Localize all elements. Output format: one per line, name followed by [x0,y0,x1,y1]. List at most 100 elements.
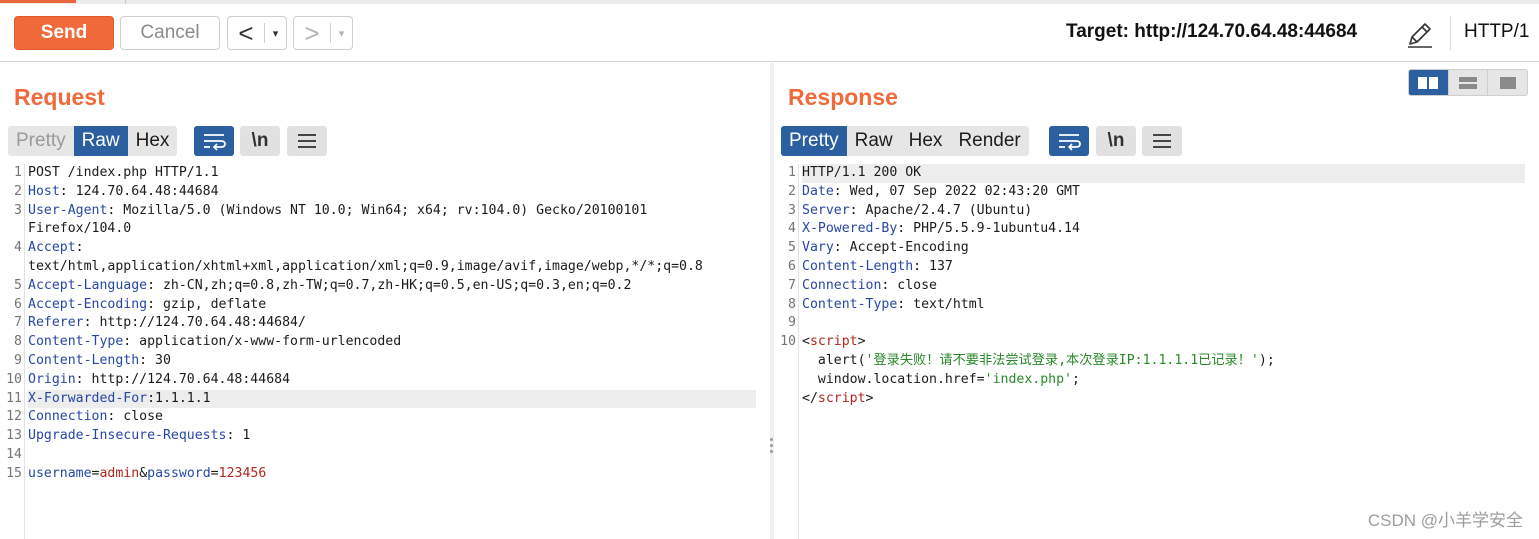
tab-raw[interactable]: Raw [847,126,901,156]
code-text: Firefox/104.0 [28,221,132,237]
menu-button[interactable] [287,126,327,156]
code-line: 3 User-Agent: Mozilla/5.0 (Windows NT 10.… [14,202,756,221]
line-number: 6 [788,258,796,274]
code-line: 6 Accept-Encoding: gzip, deflate [14,296,756,315]
line-number: 11 [6,390,22,406]
code-token: = [210,465,219,481]
code-token: admin [99,465,140,481]
header-name: Content-Length [802,258,914,274]
line-number: 3 [788,202,796,218]
send-button[interactable]: Send [14,16,114,50]
header-value: : 30 [139,352,171,368]
header-name: Vary [802,240,834,256]
code-line: text/html,application/xhtml+xml,applicat… [28,258,756,277]
single-pane-button[interactable] [1487,70,1527,95]
code-token: > [857,334,866,350]
history-back-button[interactable]: < [228,17,264,49]
request-pane: Request Pretty Raw Hex \n 1 POST /index.p… [0,63,770,539]
code-token: < [802,334,810,350]
http-version-selector[interactable]: HTTP/1 [1464,21,1529,43]
header-name: Referer [28,315,84,331]
line-number: 15 [6,465,22,481]
header-name: User-Agent [28,202,108,218]
tab-pretty[interactable]: Pretty [8,126,74,156]
header-name: Accept-Language [28,277,148,293]
code-line: window.location.href='index.php'; [802,371,1525,390]
split-rows-button[interactable] [1447,70,1488,95]
response-view-tabs: Pretty Raw Hex Render [781,126,1029,156]
code-line: </script> [802,390,1525,409]
split-columns-button[interactable] [1409,70,1448,95]
split-columns-icon [1418,76,1439,89]
response-title: Response [788,84,898,110]
header-name: Accept-Encoding [28,296,148,312]
history-back-dropdown[interactable]: ▾ [265,17,286,49]
code-line: 4 Accept: [14,239,756,258]
tab-pretty[interactable]: Pretty [781,126,847,156]
word-wrap-icon [1059,134,1081,151]
line-number: 2 [788,183,796,199]
line-number: 5 [14,277,22,293]
header-value: : application/x-www-form-urlencoded [123,334,402,350]
response-pane: Response Pretty Raw Hex Render \n 1 HTTP… [774,63,1539,539]
code-line: 1 POST /index.php HTTP/1.1 [14,164,756,183]
code-token: ); [1258,352,1275,368]
line-number: 7 [788,277,796,293]
header-value: : close [881,277,937,293]
code-line: 12 Connection: close [6,408,756,427]
header-value: : [75,240,84,256]
history-back-group: < ▾ [227,16,287,50]
line-number: 3 [14,202,22,218]
line-number: 1 [788,165,796,180]
line-number: 5 [788,240,796,256]
code-line: 5 Vary: Accept-Encoding [788,239,1525,258]
line-number: 9 [14,352,22,368]
header-value: : Mozilla/5.0 (Windows NT 10.0; Win64; x… [107,202,648,218]
history-forward-group: > ▾ [293,16,353,50]
response-editor[interactable]: 1 HTTP/1.1 200 OK 2 Date: Wed, 07 Sep 2022 … [774,164,1539,539]
request-editor[interactable]: 1 POST /index.php HTTP/1.1 2 Host: 124.70.6… [0,164,770,539]
code-token: window.location.href= [802,371,985,387]
header-value: : http://124.70.64.48:44684 [75,371,291,387]
tab-raw[interactable]: Raw [73,126,128,156]
header-name: Content-Length [28,352,140,368]
hamburger-menu-icon [298,134,316,148]
code-line: 9 Content-Length: 30 [14,352,756,371]
line-number: 6 [14,296,22,312]
single-pane-icon [1499,76,1516,89]
code-line: alert('登录失败！请不要非法尝试登录,本次登录IP:1.1.1.1已记录！… [802,352,1525,371]
word-wrap-button[interactable] [1049,126,1089,156]
watermark: CSDN @小羊学安全 [1367,511,1523,530]
pencil-icon[interactable] [1404,18,1436,50]
code-line: 8 Content-Type: text/html [788,296,1525,315]
code-text: text/html,application/xhtml+xml,applicat… [28,258,703,274]
history-forward-button[interactable]: > [294,17,330,49]
header-name: Host [28,183,60,199]
show-newlines-button[interactable]: \n [240,126,280,156]
line-number: 9 [788,315,796,331]
tab-hex[interactable]: Hex [901,126,951,156]
tab-render[interactable]: Render [950,126,1028,156]
tab-hex[interactable]: Hex [128,126,178,156]
line-number: 10 [6,371,22,387]
word-wrap-button[interactable] [194,126,234,156]
request-title: Request [14,84,105,110]
code-token: '登录失败！请不要非法尝试登录,本次登录IP:1.1.1.1已记录！' [865,352,1259,368]
request-view-tabs: Pretty Raw Hex [8,126,178,156]
menu-button[interactable] [1142,126,1182,156]
cancel-button[interactable]: Cancel [120,16,220,50]
header-name: Connection [802,277,882,293]
code-line: 6 Content-Length: 137 [788,258,1525,277]
repeater-toolbar: Send Cancel < ▾ > ▾ Target: http://124.7… [0,4,1539,62]
header-value: : http://124.70.64.48:44684/ [83,315,306,331]
code-line: 11 X-Forwarded-For:1.1.1.1 [6,389,756,409]
header-name: Upgrade-Insecure-Requests [28,428,227,444]
header-name: Server [802,202,850,218]
code-token: password [147,465,211,481]
code-text: POST /index.php HTTP/1.1 [28,165,219,180]
history-forward-dropdown[interactable]: ▾ [331,17,352,49]
header-value: : gzip, deflate [147,296,267,312]
hamburger-menu-icon [1153,134,1171,148]
show-newlines-button[interactable]: \n [1096,126,1136,156]
code-line: 2 Host: 124.70.64.48:44684 [14,183,756,202]
